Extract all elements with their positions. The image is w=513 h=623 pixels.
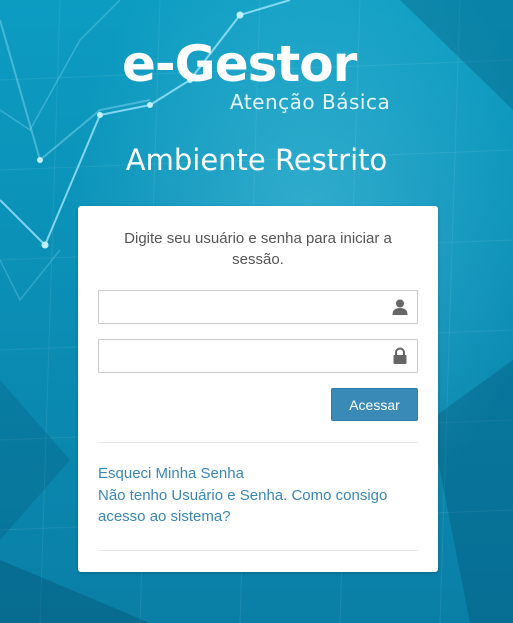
brand-name: e-Gestor (122, 35, 357, 93)
page-title: Ambiente Restrito (125, 143, 388, 177)
username-input[interactable] (107, 291, 391, 323)
lock-icon (391, 347, 409, 365)
password-field[interactable] (98, 339, 418, 373)
login-button[interactable]: Acessar (331, 388, 418, 421)
request-access-link[interactable]: Não tenho Usuário e Senha. Como consigo … (98, 485, 418, 527)
divider (98, 442, 418, 443)
divider (98, 550, 418, 551)
login-intro-text: Digite seu usuário e senha para iniciar … (124, 230, 392, 268)
user-icon (391, 298, 409, 316)
brand-subtitle: Atenção Básica (230, 90, 391, 114)
login-card: Digite seu usuário e senha para iniciar … (78, 206, 438, 572)
username-field[interactable] (98, 290, 418, 324)
forgot-password-link[interactable]: Esqueci Minha Senha (98, 463, 418, 484)
password-input[interactable] (107, 340, 391, 372)
